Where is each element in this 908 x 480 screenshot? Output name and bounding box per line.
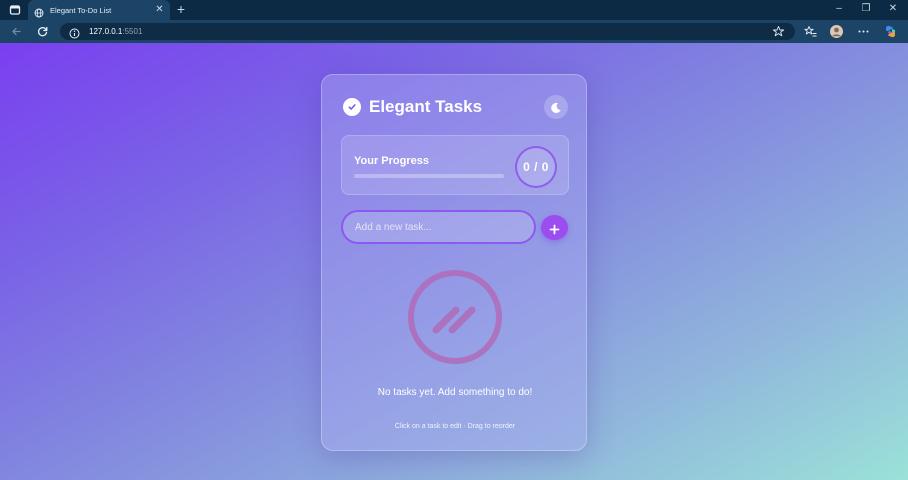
empty-state-icon <box>406 268 504 366</box>
theme-toggle-button[interactable] <box>544 95 568 119</box>
browser-tab[interactable]: Elegant To-Do List ✕ <box>28 0 170 20</box>
page-viewport: Elegant Tasks Your Progress 0 / 0 Add a … <box>0 43 908 480</box>
star-icon[interactable] <box>772 25 785 38</box>
todo-card: Elegant Tasks Your Progress 0 / 0 Add a … <box>321 74 587 451</box>
plus-icon <box>549 222 560 235</box>
url-host: 127.0.0.1 <box>89 27 123 36</box>
usage-hint: Click on a task to edit · Drag to reorde… <box>394 423 516 430</box>
url-port: :5501 <box>122 27 143 36</box>
restore-button[interactable]: ❐ <box>859 2 873 16</box>
progress-count: 0 / 0 <box>523 160 549 174</box>
progress-panel: Your Progress 0 / 0 <box>341 135 569 195</box>
new-tab-button[interactable]: + <box>174 2 188 17</box>
more-icon[interactable] <box>856 24 871 39</box>
reload-icon[interactable] <box>35 24 50 39</box>
favorites-icon[interactable] <box>803 24 818 39</box>
check-icon <box>343 98 361 116</box>
url-text: 127.0.0.1:5501 <box>89 26 142 37</box>
progress-circle: 0 / 0 <box>515 146 557 188</box>
browser-tab-bar: Elegant To-Do List ✕ + – ❐ ✕ <box>0 0 908 20</box>
browser-toolbar: 127.0.0.1:5501 <box>0 20 908 43</box>
avatar[interactable] <box>829 24 844 39</box>
progress-label: Your Progress <box>354 155 429 167</box>
close-icon[interactable]: ✕ <box>154 4 165 15</box>
new-task-input[interactable] <box>341 210 536 244</box>
address-bar[interactable]: 127.0.0.1:5501 <box>60 23 795 40</box>
globe-icon <box>34 5 44 18</box>
app-title: Elegant Tasks <box>369 97 483 116</box>
empty-state-message: No tasks yet. Add something to do! <box>377 387 533 398</box>
window-close-button[interactable]: ✕ <box>886 2 900 16</box>
tab-overview-icon[interactable] <box>8 3 22 17</box>
arrow-left-icon[interactable] <box>9 24 24 39</box>
tab-title: Elegant To-Do List <box>50 5 112 15</box>
copilot-icon[interactable] <box>883 24 898 39</box>
add-task-button[interactable] <box>541 215 568 240</box>
minimize-button[interactable]: – <box>832 2 846 16</box>
moon-icon <box>550 101 562 113</box>
progress-bar <box>354 174 504 178</box>
info-icon[interactable] <box>69 26 80 39</box>
